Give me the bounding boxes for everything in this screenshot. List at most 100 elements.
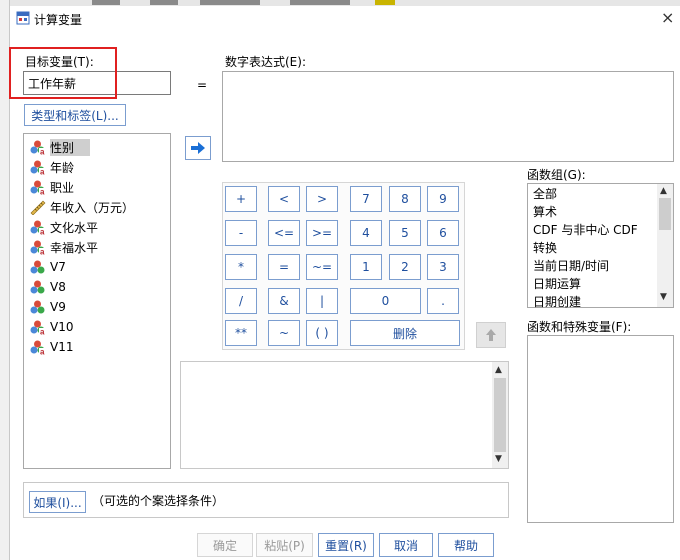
keypad-less-equal[interactable]: <=	[268, 220, 300, 246]
numeric-expression-input[interactable]	[222, 71, 674, 162]
function-group-item[interactable]: CDF 与非中心 CDF	[528, 221, 656, 239]
variable-item[interactable]: a 性别	[24, 137, 170, 157]
function-group-scrollbar[interactable]: ▲ ▼	[657, 184, 673, 307]
keypad-greater-than[interactable]: >	[306, 186, 338, 212]
ordinal-bars-icon	[30, 280, 45, 294]
type-and-label-button[interactable]: 类型和标签(L)...	[24, 104, 126, 126]
variable-item[interactable]: a 文化水平	[24, 217, 170, 237]
keypad-6[interactable]: 6	[427, 220, 459, 246]
variable-item[interactable]: V7	[24, 257, 170, 277]
arrow-right-icon	[191, 142, 205, 154]
variable-name: 文化水平	[50, 220, 99, 235]
scroll-thumb[interactable]	[494, 378, 506, 452]
keypad-equal[interactable]: =	[268, 254, 300, 280]
scroll-up-icon[interactable]: ▲	[660, 186, 667, 196]
variable-name: V8	[50, 280, 66, 294]
scroll-thumb[interactable]	[659, 198, 671, 230]
keypad-decimal[interactable]: .	[427, 288, 459, 314]
nominal-person-icon: a	[30, 160, 47, 175]
svg-text:a: a	[40, 148, 45, 156]
functions-special-list[interactable]	[527, 335, 674, 523]
cancel-button[interactable]: 取消	[379, 533, 433, 557]
description-scrollbar[interactable]: ▲ ▼	[492, 362, 508, 468]
variable-name: 幸福水平	[50, 240, 99, 255]
svg-text:a: a	[40, 228, 45, 236]
variable-item[interactable]: V9	[24, 297, 170, 317]
compute-variable-icon	[16, 11, 30, 25]
scroll-up-icon[interactable]: ▲	[495, 365, 502, 375]
nominal-person-icon: a	[30, 180, 47, 196]
reset-button[interactable]: 重置(R)	[318, 533, 374, 557]
function-group-item[interactable]: 全部	[528, 185, 656, 203]
keypad-and[interactable]: &	[268, 288, 300, 314]
keypad-less-than[interactable]: <	[268, 186, 300, 212]
variable-name: 年收入（万元）	[50, 200, 135, 215]
keypad-8[interactable]: 8	[389, 186, 421, 212]
target-highlight-box	[9, 47, 117, 99]
function-group-item[interactable]: 算术	[528, 203, 656, 221]
keypad-9[interactable]: 9	[427, 186, 459, 212]
scroll-down-icon[interactable]: ▼	[495, 454, 502, 464]
keypad-2[interactable]: 2	[389, 254, 421, 280]
function-group-list[interactable]: 全部 算术 CDF 与非中心 CDF 转换 当前日期/时间 日期运算 日期创建 ▲ ▼	[527, 183, 674, 311]
keypad-0[interactable]: 0	[350, 288, 421, 314]
keypad-multiply[interactable]: *	[225, 254, 257, 280]
dialog-title: 计算变量	[34, 13, 83, 27]
ordinal-bars-icon	[30, 260, 45, 274]
keypad-minus[interactable]: -	[225, 220, 257, 246]
nominal-person-icon: a	[30, 320, 47, 335]
nominal-person-icon: a	[30, 240, 47, 255]
keypad-5[interactable]: 5	[389, 220, 421, 246]
nominal-person-icon: a	[30, 220, 47, 236]
numeric-expression-label: 数字表达式(E):	[225, 55, 306, 69]
keypad-3[interactable]: 3	[427, 254, 459, 280]
variable-item[interactable]: 年收入（万元）	[24, 197, 170, 217]
scroll-down-icon[interactable]: ▼	[660, 292, 667, 302]
variable-item[interactable]: a V11	[24, 337, 170, 357]
close-button[interactable]: ×	[661, 8, 674, 27]
variable-list[interactable]: a 性别 a 年龄 a 职业 年收入（万元） a 文化水平 a 幸福水平 V7 V8 V9 a V10 a V11	[23, 133, 171, 469]
background-toolbar-icon	[92, 0, 120, 5]
keypad-4[interactable]: 4	[350, 220, 382, 246]
background-toolbar-icon	[150, 0, 178, 5]
variable-name: V9	[50, 300, 66, 314]
function-group-item[interactable]: 日期运算	[528, 275, 656, 293]
ordinal-bars-icon	[30, 300, 45, 314]
variable-name: 性别	[50, 138, 91, 156]
move-to-expression-button[interactable]	[185, 136, 211, 160]
variable-item[interactable]: a 年龄	[24, 157, 170, 177]
keypad-7[interactable]: 7	[350, 186, 382, 212]
ok-button[interactable]: 确定	[197, 533, 253, 557]
function-group-label: 函数组(G):	[527, 168, 586, 182]
variable-name: V10	[50, 320, 74, 334]
paste-button[interactable]: 粘贴(P)	[256, 533, 313, 557]
function-group-item[interactable]: 日期创建	[528, 293, 656, 311]
svg-text:a: a	[40, 188, 45, 196]
functions-special-label: 函数和特殊变量(F):	[527, 320, 632, 334]
keypad-1[interactable]: 1	[350, 254, 382, 280]
keypad-divide[interactable]: /	[225, 288, 257, 314]
arrow-up-icon	[486, 329, 496, 341]
keypad-not[interactable]: ~	[268, 320, 300, 346]
function-group-item[interactable]: 转换	[528, 239, 656, 257]
keypad-power[interactable]: **	[225, 320, 257, 346]
variable-name: V11	[50, 340, 74, 354]
variable-item[interactable]: V8	[24, 277, 170, 297]
variable-item[interactable]: a 幸福水平	[24, 237, 170, 257]
variable-item[interactable]: a 职业	[24, 177, 170, 197]
help-button[interactable]: 帮助	[438, 533, 494, 557]
keypad-parentheses[interactable]: ( )	[306, 320, 338, 346]
function-group-item[interactable]: 当前日期/时间	[528, 257, 656, 275]
keypad-plus[interactable]: +	[225, 186, 257, 212]
keypad-or[interactable]: |	[306, 288, 338, 314]
ruler-scale-icon	[30, 200, 46, 215]
if-button[interactable]: 如果(I)...	[29, 491, 86, 513]
keypad-greater-equal[interactable]: >=	[306, 220, 338, 246]
move-up-button[interactable]	[476, 322, 506, 348]
function-description-area: ▲ ▼	[180, 361, 509, 469]
keypad-delete[interactable]: 删除	[350, 320, 460, 346]
keypad-not-equal[interactable]: ~=	[306, 254, 338, 280]
variable-item[interactable]: a V10	[24, 317, 170, 337]
variable-name: V7	[50, 260, 66, 274]
nominal-person-icon: a	[30, 340, 47, 355]
